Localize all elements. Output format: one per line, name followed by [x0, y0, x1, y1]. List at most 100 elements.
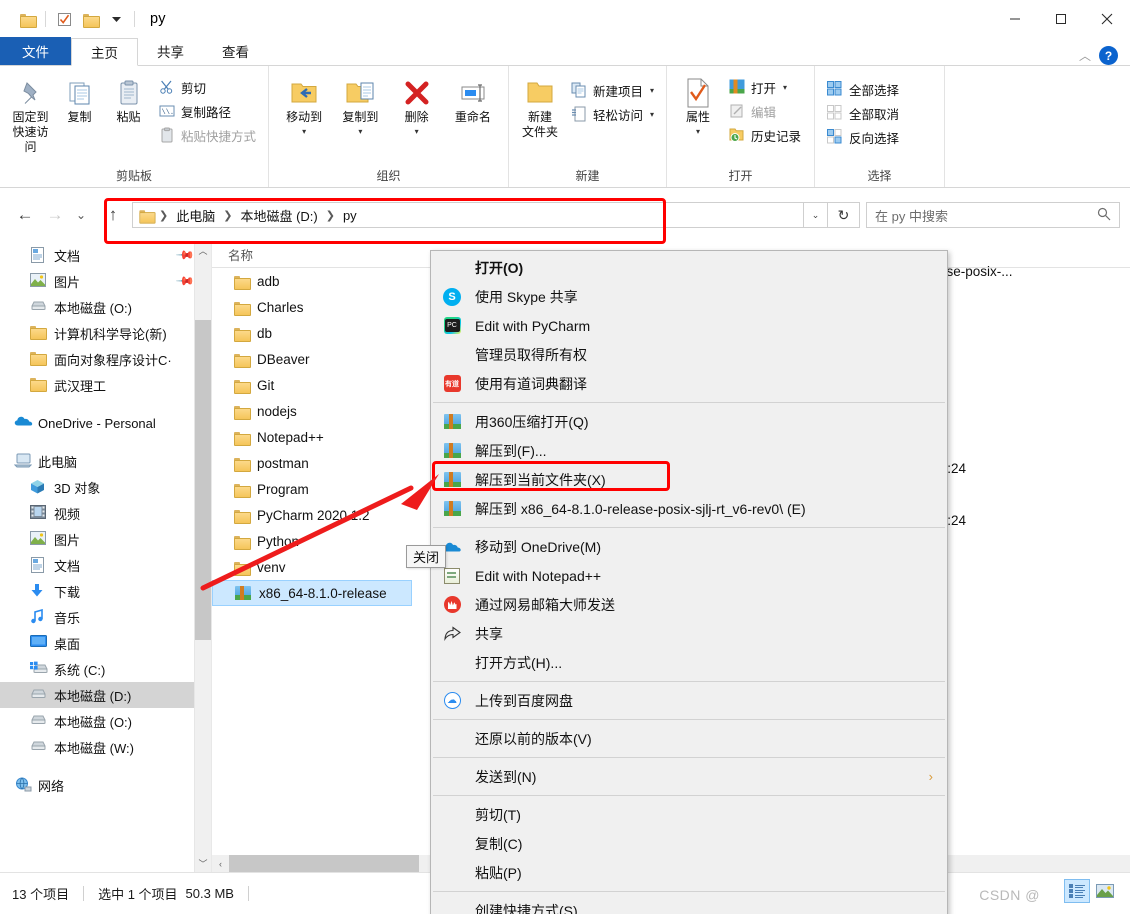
table-row-selected[interactable]: x86_64-8.1.0-release — [212, 580, 412, 606]
scrollbar-thumb[interactable] — [229, 855, 419, 872]
tab-view[interactable]: 查看 — [203, 37, 268, 65]
maximize-button[interactable] — [1038, 0, 1084, 38]
context-menu-item-extract-here[interactable]: 解压到当前文件夹(X) — [431, 465, 947, 494]
context-menu-item-move-to-onedrive[interactable]: 移动到 OneDrive(M) — [431, 532, 947, 561]
chevron-down-icon[interactable]: ▾ — [783, 83, 787, 92]
sidebar-item-system-c[interactable]: 系统 (C:) — [0, 656, 211, 682]
chevron-up-icon[interactable]: ︿ — [1079, 47, 1091, 64]
sidebar-item-folder-oop[interactable]: 面向对象程序设计C· — [0, 346, 211, 372]
sidebar-item-network[interactable]: 网络 — [0, 772, 211, 798]
close-button[interactable] — [1084, 0, 1130, 38]
delete-button[interactable]: 删除 ▾ — [389, 72, 445, 139]
forward-arrow-icon[interactable]: → — [40, 201, 70, 229]
context-menu-item-open-with[interactable]: 打开方式(H)... — [431, 648, 947, 677]
sidebar-item-drive-d[interactable]: 本地磁盘 (D:) — [0, 682, 211, 708]
invert-selection-button[interactable]: 反向选择 — [822, 125, 904, 149]
folder-icon[interactable] — [14, 6, 40, 32]
context-menu-item-extract-to[interactable]: 解压到(F)... — [431, 436, 947, 465]
chevron-down-icon[interactable]: ▾ — [650, 110, 654, 119]
copy-button[interactable]: 复制 — [56, 72, 103, 125]
context-menu-item-upload-baidu-netdisk[interactable]: ☁ 上传到百度网盘 — [431, 686, 947, 715]
tab-file[interactable]: 文件 — [0, 37, 71, 65]
select-all-button[interactable]: 全部选择 — [822, 77, 904, 101]
sidebar-item-folder-whut[interactable]: 武汉理工 — [0, 372, 211, 398]
context-menu-item-take-ownership[interactable]: 管理员取得所有权 — [431, 340, 947, 369]
chevron-down-icon[interactable]: ▾ — [358, 124, 362, 139]
sidebar-item-documents-qa[interactable]: 文档 📌 — [0, 242, 211, 268]
breadcrumb-item-0[interactable]: 此电脑 — [173, 206, 218, 225]
sidebar-item-this-pc[interactable]: 此电脑 — [0, 448, 211, 474]
context-menu-item-edit-notepadpp[interactable]: Edit with Notepad++ — [431, 561, 947, 590]
copy-path-button[interactable]: \\.. 复制路径 — [154, 99, 261, 123]
tab-home[interactable]: 主页 — [71, 38, 138, 66]
breadcrumb-item-1[interactable]: 本地磁盘 (D:) — [237, 206, 320, 225]
context-menu-item-open[interactable]: 打开(O) — [431, 253, 947, 282]
chevron-down-icon[interactable] — [103, 6, 129, 32]
context-menu-item-youdao-translate[interactable]: 有道 使用有道词典翻译 — [431, 369, 947, 398]
chevron-down-icon[interactable]: ﹀ — [195, 855, 211, 872]
chevron-up-icon[interactable]: ︿ — [195, 242, 211, 259]
search-icon[interactable] — [1097, 207, 1111, 224]
help-icon[interactable]: ? — [1099, 46, 1118, 65]
sidebar-item-videos[interactable]: 视频 — [0, 500, 211, 526]
column-header-name[interactable]: 名称 — [212, 245, 253, 264]
pin-icon[interactable]: 📌 — [175, 271, 195, 291]
select-none-button[interactable]: 全部取消 — [822, 101, 904, 125]
sidebar-item-onedrive[interactable]: OneDrive - Personal — [0, 410, 211, 436]
context-menu-item-share[interactable]: 共享 — [431, 619, 947, 648]
sidebar-item-3d-objects[interactable]: 3D 对象 — [0, 474, 211, 500]
sidebar-item-music[interactable]: 音乐 — [0, 604, 211, 630]
context-menu-item-share-skype[interactable]: S 使用 Skype 共享 — [431, 282, 947, 311]
sidebar-item-drive-w[interactable]: 本地磁盘 (W:) — [0, 734, 211, 760]
sidebar-item-folder-cs[interactable]: 计算机科学导论(新) — [0, 320, 211, 346]
context-menu-item-open-with-360zip[interactable]: 用360压缩打开(Q) — [431, 407, 947, 436]
new-folder-icon[interactable] — [77, 6, 103, 32]
pin-icon[interactable]: 📌 — [175, 245, 195, 265]
tab-share[interactable]: 共享 — [138, 37, 203, 65]
cut-button[interactable]: 剪切 — [154, 75, 261, 99]
sidebar-item-desktop[interactable]: 桌面 — [0, 630, 211, 656]
move-to-button[interactable]: 移动到 ▾ — [276, 72, 332, 139]
sidebar-item-drive-o[interactable]: 本地磁盘 (O:) — [0, 708, 211, 734]
sidebar-item-pictures-qa[interactable]: 图片 📌 — [0, 268, 211, 294]
context-menu-item-paste[interactable]: 粘贴(P) — [431, 858, 947, 887]
chevron-down-icon[interactable]: ▾ — [650, 86, 654, 95]
context-menu-item-restore-previous-versions[interactable]: 还原以前的版本(V) — [431, 724, 947, 753]
context-menu-item-send-to[interactable]: 发送到(N) › — [431, 762, 947, 791]
minimize-button[interactable] — [992, 0, 1038, 38]
history-button[interactable]: 历史记录 — [724, 123, 806, 147]
nav-pane-scrollbar[interactable]: ︿ ﹀ — [194, 242, 211, 872]
context-menu-item-cut[interactable]: 剪切(T) — [431, 800, 947, 829]
address-dropdown-icon[interactable]: ⌄ — [804, 202, 828, 228]
properties-button[interactable]: 属性 ▾ — [674, 72, 722, 139]
back-arrow-icon[interactable]: ← — [10, 201, 40, 229]
chevron-down-icon[interactable]: ▾ — [696, 124, 700, 139]
recent-locations-icon[interactable]: ⌄ — [70, 201, 92, 229]
new-folder-button[interactable]: 新建 文件夹 — [516, 72, 564, 140]
rename-button[interactable]: 重命名 — [445, 72, 501, 125]
context-menu-item-copy[interactable]: 复制(C) — [431, 829, 947, 858]
open-button[interactable]: 打开 ▾ — [724, 75, 806, 99]
large-icons-view-icon[interactable] — [1092, 879, 1118, 903]
context-menu-item-send-netease-mail[interactable]: 通过网易邮箱大师发送 — [431, 590, 947, 619]
up-arrow-icon[interactable]: ↑ — [98, 201, 128, 229]
new-item-button[interactable]: 新建项目 ▾ — [566, 78, 659, 102]
paste-button[interactable]: 粘贴 — [105, 72, 152, 125]
details-view-icon[interactable] — [1064, 879, 1090, 903]
easy-access-button[interactable]: 轻松访问 ▾ — [566, 102, 659, 126]
properties-checkbox-icon[interactable] — [51, 6, 77, 32]
breadcrumb-item-2[interactable]: py — [340, 208, 360, 223]
pin-to-quick-access-button[interactable]: 固定到 快速访问 — [7, 72, 54, 155]
search-input[interactable]: 在 py 中搜索 — [866, 202, 1120, 228]
chevron-left-icon[interactable]: ‹ — [212, 855, 229, 872]
scrollbar-thumb[interactable] — [195, 320, 211, 640]
copy-to-button[interactable]: 复制到 ▾ — [332, 72, 388, 139]
chevron-down-icon[interactable]: ▾ — [302, 124, 306, 139]
sidebar-item-documents[interactable]: 文档 — [0, 552, 211, 578]
sidebar-item-drive-o-qa[interactable]: 本地磁盘 (O:) — [0, 294, 211, 320]
address-bar[interactable]: ❯ 此电脑 ❯ 本地磁盘 (D:) ❯ py — [132, 202, 804, 228]
paste-shortcut-button[interactable]: 粘贴快捷方式 — [154, 123, 261, 147]
context-menu-item-edit-pycharm[interactable]: Edit with PyCharm — [431, 311, 947, 340]
chevron-down-icon[interactable]: ▾ — [415, 124, 419, 139]
context-menu-item-extract-to-named-folder[interactable]: 解压到 x86_64-8.1.0-release-posix-sjlj-rt_v… — [431, 494, 947, 523]
